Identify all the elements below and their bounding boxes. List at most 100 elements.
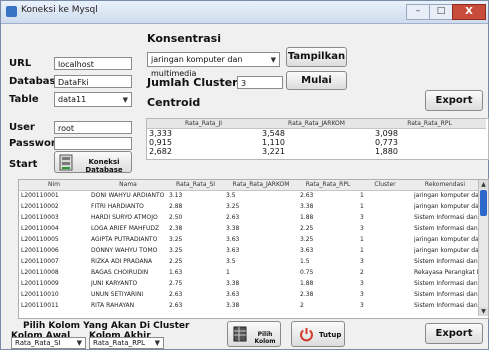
centroid-header: Rata_Rata_JI Rata_Rata_JARKOM Rata_Rata_… xyxy=(147,119,486,129)
url-field[interactable]: localhost xyxy=(54,57,132,70)
centroid-col-1: Rata_Rata_JI xyxy=(184,120,223,127)
database-field[interactable]: DataFki xyxy=(54,75,132,88)
table-cell: 3 xyxy=(360,302,364,309)
konsentrasi-select[interactable]: jaringan komputer dan multimedia ▼ xyxy=(147,52,280,78)
export-top-button[interactable]: Export xyxy=(425,90,483,111)
col-rekomendasi[interactable]: Rekomendasi xyxy=(412,180,478,190)
table-cell: 3.5 xyxy=(226,192,236,199)
table-row[interactable]: L200110008 BAGAS CHOIRUDIN 1.63 1 0.75 2 Rekay… xyxy=(19,268,478,277)
table-row[interactable]: L200110010 UNUN SETIYARINI 2.63 3.63 2.38 3 Si… xyxy=(19,290,478,299)
table-cell: 1 xyxy=(360,203,364,210)
table-cell: Sistem Informasi dan Enterp... xyxy=(414,258,478,265)
table-cell: 2 xyxy=(360,269,364,276)
table-cell: DONI WAHYU ARDIANTO xyxy=(91,192,165,199)
database-icon xyxy=(59,154,73,174)
centroid-col-3: Rata_Rata_RPL xyxy=(407,120,452,127)
centroid-heading: Centroid xyxy=(147,96,201,109)
centroid-cell: 2,682 xyxy=(149,147,172,156)
konsentrasi-heading: Konsentrasi xyxy=(147,32,221,45)
table-cell: 3.25 xyxy=(300,236,314,243)
kolom-awal-select[interactable]: Rata_Rata_SI ▼ xyxy=(11,337,86,349)
table-row[interactable]: L200110006 DONNY WAHYU TOMO 3.25 3.63 3.63 1 j… xyxy=(19,246,478,255)
table-cell: 3.63 xyxy=(226,291,240,298)
centroid-cell: 3,221 xyxy=(262,147,285,156)
table-cell: jaringan komputer dan mult... xyxy=(414,192,478,199)
table-cell: 2.63 xyxy=(169,291,183,298)
scroll-up-icon[interactable]: ▲ xyxy=(479,180,488,189)
chevron-down-icon: ▼ xyxy=(270,56,276,64)
tutup-button[interactable]: Tutup xyxy=(291,321,345,347)
table-cell: 2.63 xyxy=(226,214,240,221)
table-cell: 0.75 xyxy=(300,269,314,276)
user-field[interactable]: root xyxy=(54,121,132,134)
connect-database-button[interactable]: Koneksi Database xyxy=(54,151,132,174)
table-cell: L200110005 xyxy=(21,236,59,243)
pilih-kolom-button[interactable]: Pilih Kolom xyxy=(227,321,281,347)
chevron-down-icon: ▼ xyxy=(76,339,82,347)
table-cell: 2.63 xyxy=(169,302,183,309)
table-row[interactable]: L200110005 AGIPTA PUTRADIANTO 3.25 3.63 3.25… xyxy=(19,235,478,244)
table-cell: 3.38 xyxy=(226,280,240,287)
table-icon xyxy=(233,326,247,345)
kolom-akhir-select[interactable]: Rata_Rata_RPL ▼ xyxy=(89,337,164,349)
password-field[interactable] xyxy=(54,137,132,150)
vertical-scrollbar[interactable]: ▲ ▼ xyxy=(478,180,488,316)
table-cell: 3.63 xyxy=(226,247,240,254)
table-cell: Sistem Informasi dan Enterp... xyxy=(414,291,478,298)
minimize-button[interactable]: – xyxy=(406,4,430,20)
table-header: Nim Nama Rata_Rata_SI Rata_Rata_JARKOM R… xyxy=(19,180,478,191)
export-bottom-button[interactable]: Export xyxy=(425,323,483,344)
table-cell: 2.63 xyxy=(300,192,314,199)
pilih-kolom-label: Pilih Kolom xyxy=(254,331,276,345)
scroll-thumb[interactable] xyxy=(480,190,487,216)
maximize-button[interactable]: □ xyxy=(429,4,453,20)
table-row[interactable]: L200110011 RITA RAHAYAN 2.63 3.38 2 3 Sistem I… xyxy=(19,301,478,310)
table-cell: 1 xyxy=(360,236,364,243)
col-cluster[interactable]: Cluster xyxy=(358,180,412,190)
table-row[interactable]: L200110002 FITRI HARDIANTO 2.88 3.25 3.38 1 ja… xyxy=(19,202,478,211)
tutup-label: Tutup xyxy=(319,331,342,339)
col-nim[interactable]: Nim xyxy=(19,180,89,190)
table-cell: 3.63 xyxy=(300,247,314,254)
table-row[interactable]: L200110001 DONI WAHYU ARDIANTO 3.13 3.5 2.63… xyxy=(19,191,478,200)
user-label: User xyxy=(9,122,35,133)
table-select[interactable]: data11 ▼ xyxy=(54,92,132,107)
data-table[interactable]: Nim Nama Rata_Rata_SI Rata_Rata_JARKOM R… xyxy=(18,179,489,319)
table-cell: AGIPTA PUTRADIANTO xyxy=(91,236,158,243)
table-cell: 3 xyxy=(360,258,364,265)
table-row[interactable]: L200110007 RIZKA ADI PRADANA 2.25 3.5 1.5 3 Si… xyxy=(19,257,478,266)
col-nama[interactable]: Nama xyxy=(89,180,167,190)
table-cell: jaringan komputer dan mult... xyxy=(414,203,478,210)
table-row[interactable]: L200110004 LOGA ARIEF MAHFUDZ 2.38 3.38 2.25… xyxy=(19,224,478,233)
table-row[interactable]: L200110009 JUNI KARYANTO 2.75 3.38 1.88 3 Sist… xyxy=(19,279,478,288)
table-cell: RITA RAHAYAN xyxy=(91,302,135,309)
cluster-count-field[interactable]: 3 xyxy=(237,76,283,89)
table-cell: L200110001 xyxy=(21,192,59,199)
col-rata-rpl[interactable]: Rata_Rata_RPL xyxy=(298,180,358,190)
table-cell: L200110007 xyxy=(21,258,59,265)
table-cell: RIZKA ADI PRADANA xyxy=(91,258,153,265)
table-cell: 3.38 xyxy=(226,302,240,309)
table-cell: L200110011 xyxy=(21,302,59,309)
table-cell: Sistem Informasi dan Enterp... xyxy=(414,214,478,221)
close-button[interactable]: X xyxy=(452,4,486,20)
connect-database-label: Koneksi Database xyxy=(85,158,123,174)
table-cell: 2.38 xyxy=(169,225,183,232)
table-cell: LOGA ARIEF MAHFUDZ xyxy=(91,225,160,232)
table-cell: 2.25 xyxy=(169,258,183,265)
table-cell: L200110004 xyxy=(21,225,59,232)
show-button[interactable]: Tampilkan xyxy=(286,47,347,67)
title-bar[interactable]: Koneksi ke Mysql – □ X xyxy=(1,1,488,24)
col-rata-jarkom[interactable]: Rata_Rata_JARKOM xyxy=(224,180,298,190)
col-rata-si[interactable]: Rata_Rata_SI xyxy=(167,180,224,190)
table-cell: 2.25 xyxy=(300,225,314,232)
scroll-down-icon[interactable]: ▼ xyxy=(479,307,488,316)
table-row[interactable]: L200110003 HARDI SURYO ATMOJO 2.50 2.63 1.88… xyxy=(19,213,478,222)
cluster-count-label: Jumlah Cluster xyxy=(147,76,238,89)
start-button[interactable]: Mulai xyxy=(286,71,347,90)
table-cell: 3 xyxy=(360,280,364,287)
table-select-value: data11 xyxy=(58,95,87,104)
main-window: Koneksi ke Mysql – □ X URL localhost Dat… xyxy=(0,0,489,350)
table-cell: BAGAS CHOIRUDIN xyxy=(91,269,149,276)
table-cell: 3 xyxy=(360,225,364,232)
